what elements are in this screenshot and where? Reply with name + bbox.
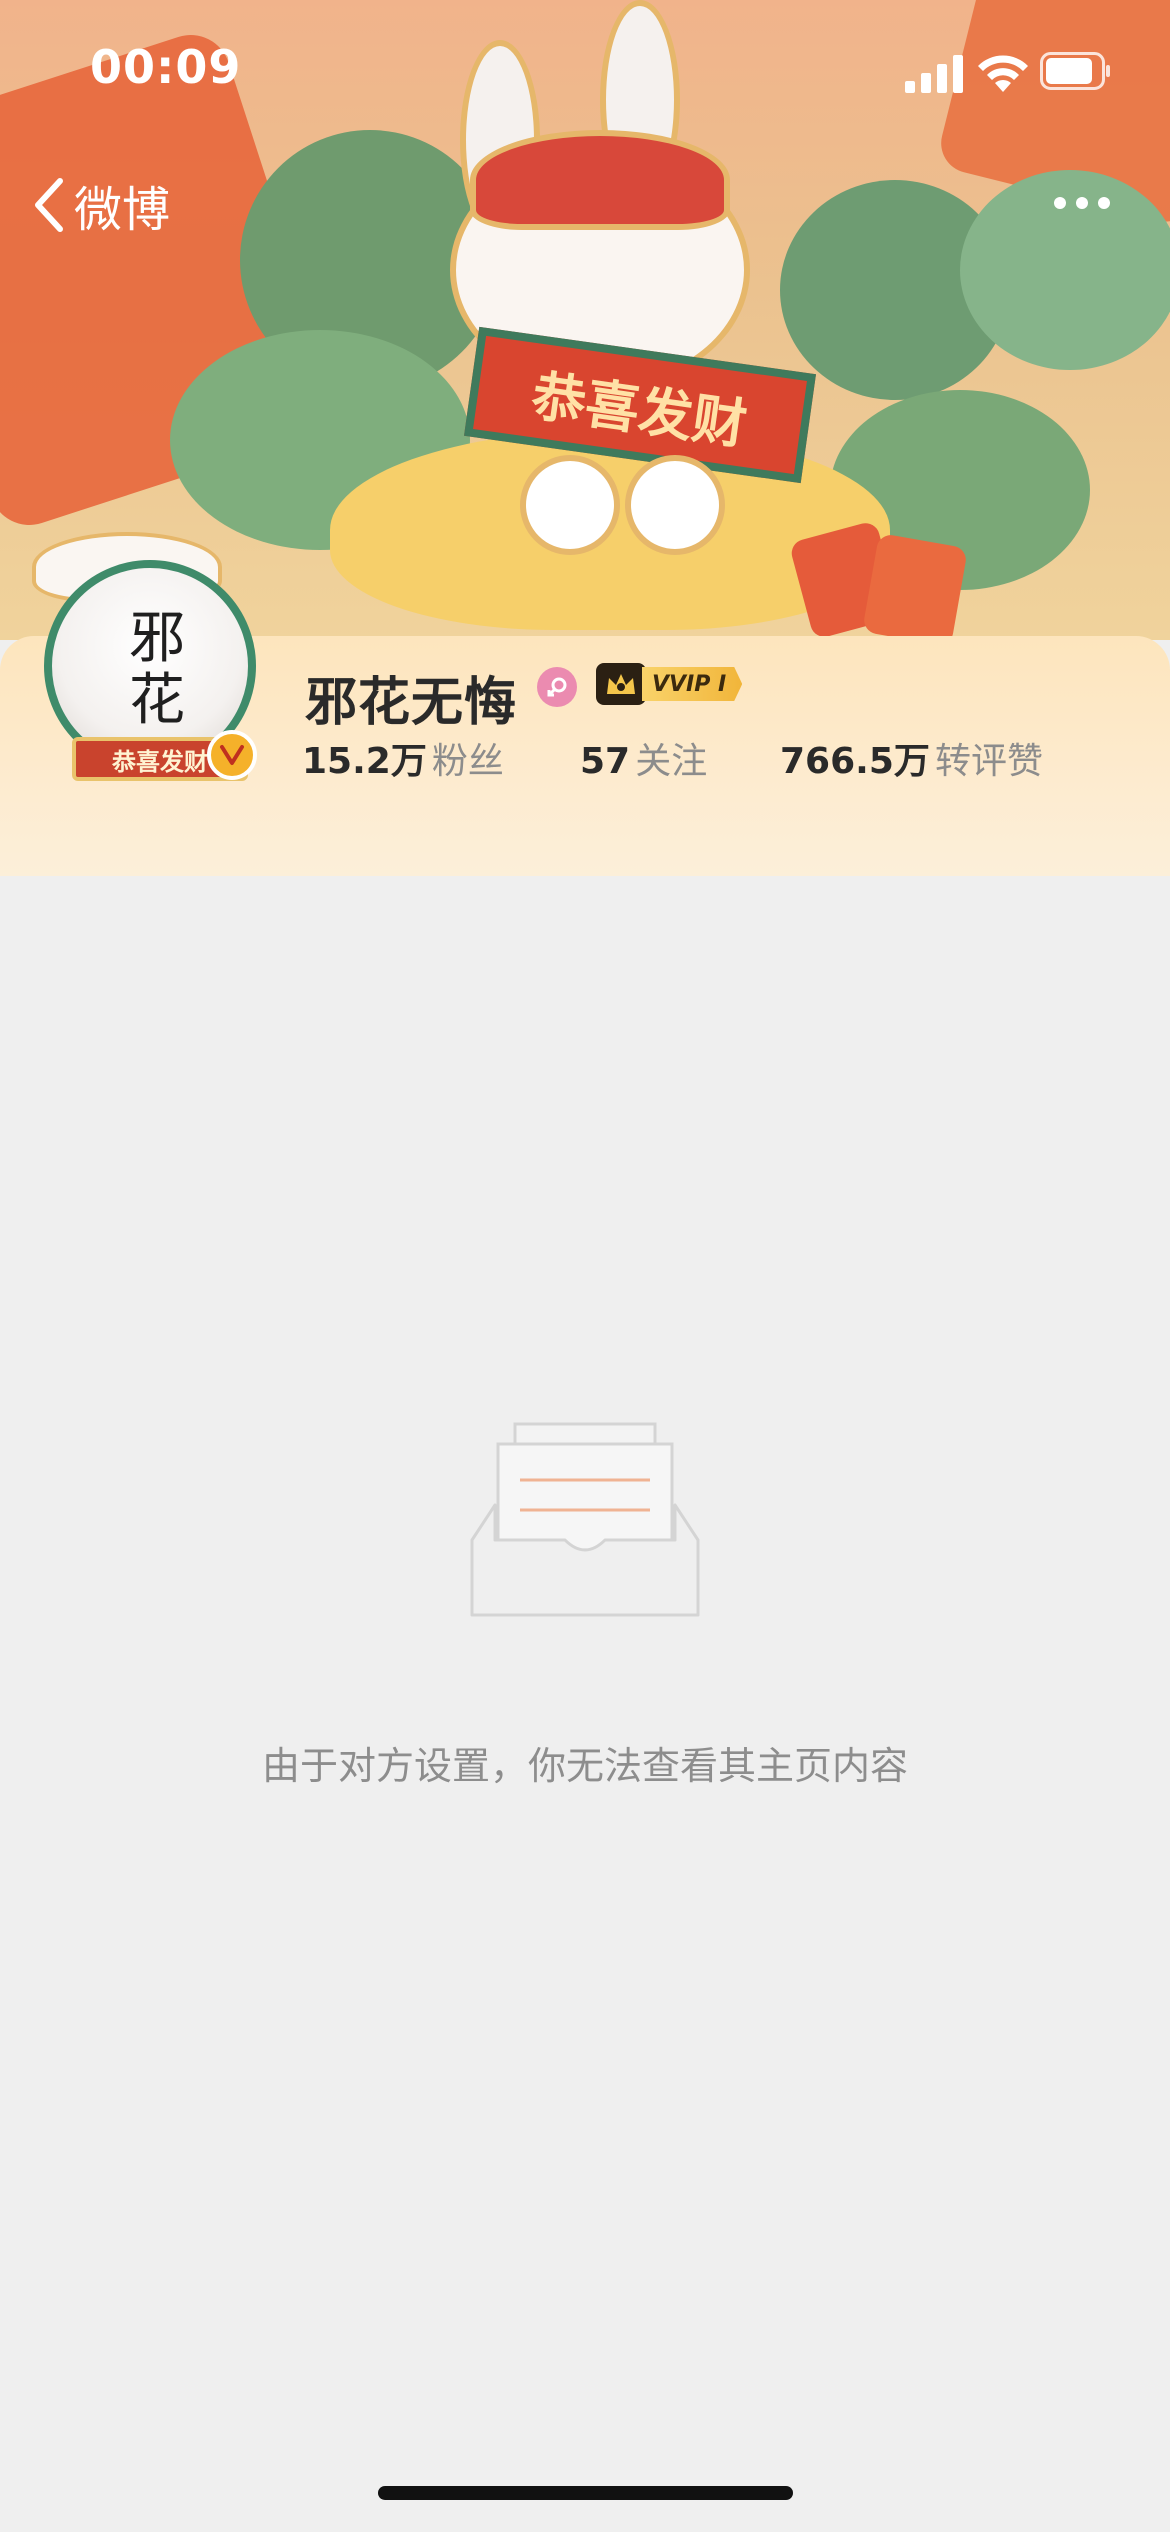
vip-badge[interactable]: VVIP I [596, 662, 756, 706]
ellipsis-icon-dot [1076, 197, 1088, 209]
female-gender-icon [537, 667, 577, 707]
vip-label: VVIP I [642, 667, 743, 701]
red-envelope-small [862, 532, 968, 640]
empty-state-message: 由于对方设置，你无法查看其主页内容 [261, 1744, 908, 1788]
ellipsis-icon-dot [1098, 197, 1110, 209]
stat-followers-value: 15.2万 [302, 741, 427, 782]
stat-engagement-label: 转评赞 [934, 741, 1043, 782]
paw-left [520, 455, 620, 555]
banner-plaque-text: 恭喜发财 [527, 362, 751, 457]
stat-following-label: 关注 [635, 741, 708, 782]
back-button[interactable]: 微博 [30, 170, 240, 240]
crown-icon [596, 663, 646, 705]
stat-followers[interactable]: 15.2万 粉丝 [302, 732, 504, 784]
more-options-button[interactable] [1042, 178, 1122, 228]
chevron-left-icon [35, 178, 63, 232]
stat-following-value: 57 [580, 741, 631, 782]
back-label: 微博 [74, 182, 171, 238]
profile-name: 邪花无悔 [305, 673, 518, 733]
home-indicator[interactable] [378, 2486, 793, 2500]
stat-followers-label: 粉丝 [431, 741, 504, 782]
wifi-icon [978, 55, 1028, 92]
cellular-signal-icon [905, 55, 963, 93]
paw-right [625, 455, 725, 555]
stat-engagement[interactable]: 766.5万 转评赞 [780, 732, 1043, 784]
stat-following[interactable]: 57 关注 [580, 732, 707, 784]
ellipsis-icon [1054, 197, 1066, 209]
status-time: 00:09 [90, 40, 242, 94]
empty-inbox-icon [470, 1422, 700, 1617]
battery-icon [1040, 52, 1110, 90]
verified-badge-icon [207, 730, 257, 780]
rabbit-hat [470, 130, 730, 230]
avatar[interactable]: 邪花无悔 恭喜发财 [32, 532, 272, 792]
stat-engagement-value: 766.5万 [780, 741, 930, 782]
